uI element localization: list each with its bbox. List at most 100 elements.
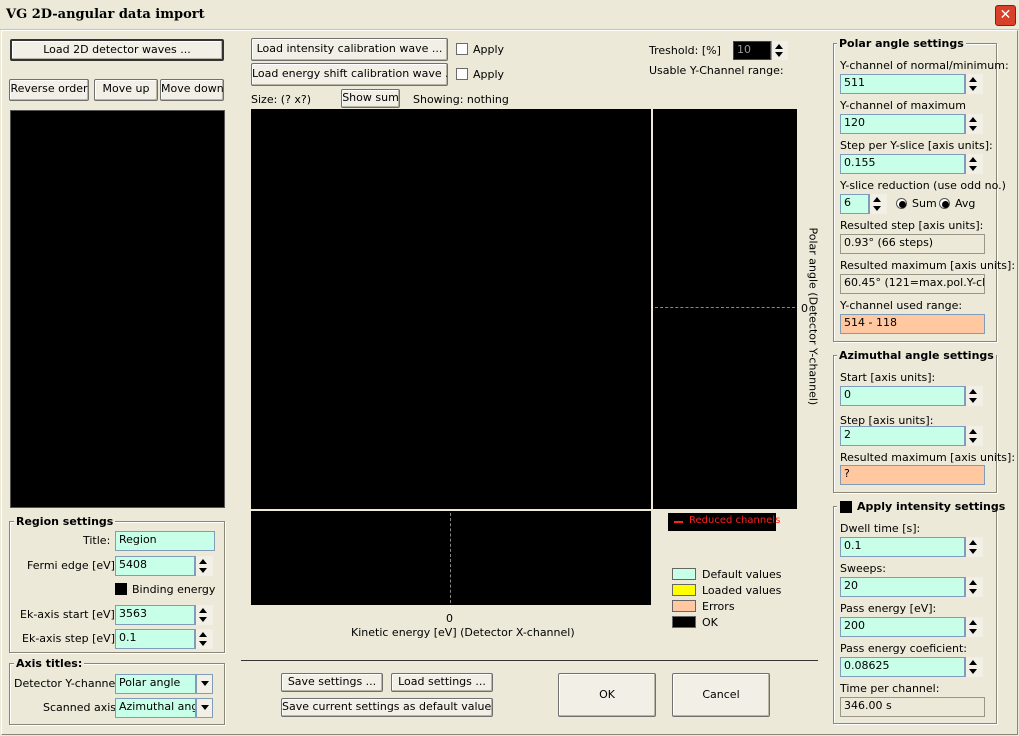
sweeps-spinner[interactable]	[965, 577, 983, 597]
slice-reduction-spinner[interactable]	[869, 194, 887, 214]
loaded-values-label: Loaded values	[702, 584, 782, 597]
detector-y-channel-label: Detector Y-channel:	[14, 677, 123, 690]
errors-swatch	[672, 600, 696, 612]
region-title-label: Title:	[83, 534, 111, 547]
x-profile-panel[interactable]	[251, 511, 651, 605]
ek-step-label: Ek-axis step [eV]:	[22, 632, 119, 645]
load-2d-detector-waves-button[interactable]: Load 2D detector waves ...	[10, 39, 224, 61]
region-title-field[interactable]: Region	[115, 531, 215, 551]
scanned-axis-select[interactable]: Azimuthal angle	[115, 698, 196, 718]
load-energy-shift-calibration-button[interactable]: Load energy shift calibration wave ...	[251, 63, 448, 86]
y-channel-max-field[interactable]: 120	[840, 114, 965, 134]
bottom-axis-tick: 0	[446, 612, 453, 625]
apply-energy-checkbox[interactable]	[456, 68, 468, 80]
dwell-time-label: Dwell time [s]:	[840, 522, 921, 535]
ok-swatch	[672, 616, 696, 628]
azimuthal-step-field[interactable]: 2	[840, 426, 965, 446]
y-channel-max-label: Y-channel of maximum	[840, 99, 966, 112]
reverse-order-button[interactable]: Reverse order	[9, 79, 89, 101]
close-icon[interactable]: ✕	[995, 5, 1016, 26]
apply-intensity-settings-checkbox[interactable]	[840, 501, 852, 513]
reduced-channels-label: Reduced channels	[689, 515, 781, 526]
load-settings-button[interactable]: Load settings ...	[391, 673, 493, 692]
apply-intensity-settings-title: Apply intensity settings	[857, 500, 1006, 513]
cancel-button[interactable]: Cancel	[672, 673, 770, 717]
load-intensity-calibration-button[interactable]: Load intensity calibration wave ...	[251, 38, 448, 61]
dwell-time-field[interactable]: 0.1	[840, 537, 965, 557]
azimuthal-start-field[interactable]: 0	[840, 386, 965, 406]
avg-radio[interactable]	[939, 198, 950, 209]
ok-button[interactable]: OK	[558, 673, 656, 717]
size-label: Size: (? x?)	[251, 93, 312, 106]
step-per-slice-label: Step per Y-slice [axis units]:	[840, 139, 993, 152]
errors-label: Errors	[702, 600, 735, 613]
bottom-separator	[241, 660, 818, 661]
fermi-edge-field[interactable]: 5408	[115, 556, 195, 576]
y-channel-normal-spinner[interactable]	[965, 74, 983, 94]
ek-start-field[interactable]: 3563	[115, 605, 195, 625]
treshold-spinner[interactable]	[771, 41, 788, 60]
sum-radio[interactable]	[896, 198, 907, 209]
binding-energy-checkbox[interactable]	[115, 583, 127, 595]
main-image-panel[interactable]	[251, 109, 651, 509]
window-title: VG 2D-angular data import	[6, 7, 205, 22]
sweeps-label: Sweeps:	[840, 562, 886, 575]
apply-energy-label: Apply	[473, 68, 505, 81]
slice-reduction-field[interactable]: 6	[840, 194, 869, 214]
step-per-slice-spinner[interactable]	[965, 154, 983, 174]
azimuthal-angle-settings-title: Azimuthal angle settings	[837, 349, 996, 362]
save-default-settings-button[interactable]: Save current settings as default values	[281, 698, 493, 717]
pass-energy-coef-label: Pass energy coeficient:	[840, 642, 967, 655]
ok-label: OK	[702, 616, 718, 629]
x-profile-zero-line	[450, 513, 451, 603]
y-channel-used-range-label: Y-channel used range:	[840, 299, 963, 312]
azimuthal-start-label: Start [axis units]:	[840, 371, 936, 384]
y-channel-normal-field[interactable]: 511	[840, 74, 965, 94]
resulted-step-label: Resulted step [axis units]:	[840, 219, 984, 232]
y-profile-panel[interactable]	[653, 109, 797, 509]
y-profile-zero-line	[655, 307, 795, 308]
ek-step-field[interactable]: 0.1	[115, 629, 195, 649]
avg-label: Avg	[955, 197, 976, 210]
showing-status: Showing: nothing	[413, 93, 509, 106]
y-channel-used-range-value: 514 - 118	[840, 314, 985, 334]
detector-y-channel-select[interactable]: Polar angle	[115, 674, 196, 694]
pass-energy-field[interactable]: 200	[840, 617, 965, 637]
loaded-values-swatch	[672, 584, 696, 596]
apply-intensity-checkbox[interactable]	[456, 43, 468, 55]
apply-intensity-label: Apply	[473, 43, 505, 56]
resulted-max-value: 60.45° (121=max.pol.Y-ch.)	[840, 274, 985, 294]
ek-start-spinner[interactable]	[195, 605, 213, 625]
dwell-time-spinner[interactable]	[965, 537, 983, 557]
bottom-axis-label: Kinetic energy [eV] (Detector X-channel)	[351, 626, 575, 639]
treshold-label: Treshold: [%]	[649, 44, 721, 57]
pass-energy-coef-field[interactable]: 0.08625	[840, 657, 965, 677]
region-settings-title: Region settings	[14, 515, 116, 528]
show-sum-button[interactable]: Show sum	[341, 89, 400, 108]
pass-energy-coef-spinner[interactable]	[965, 657, 983, 677]
resulted-max-label: Resulted maximum [axis units]:	[840, 259, 1016, 272]
azimuthal-start-spinner[interactable]	[965, 386, 983, 406]
right-axis-label: Polar angle (Detector Y-channel)	[806, 227, 820, 406]
scanned-axis-label: Scanned axis:	[43, 701, 120, 714]
chevron-down-icon[interactable]	[196, 698, 213, 718]
chevron-down-icon[interactable]	[196, 674, 213, 694]
move-up-button[interactable]: Move up	[94, 79, 158, 101]
save-settings-button[interactable]: Save settings ...	[281, 673, 383, 692]
azimuthal-step-spinner[interactable]	[965, 426, 983, 446]
polar-angle-settings-title: Polar angle settings	[837, 37, 966, 50]
fermi-edge-label: Fermi edge [eV]:	[27, 559, 119, 572]
reduced-channels-line	[674, 521, 683, 523]
sweeps-field[interactable]: 20	[840, 577, 965, 597]
move-down-button[interactable]: Move down	[160, 79, 224, 101]
fermi-edge-spinner[interactable]	[195, 556, 213, 576]
time-per-channel-label: Time per channel:	[840, 682, 940, 695]
step-per-slice-field[interactable]: 0.155	[840, 154, 965, 174]
treshold-field[interactable]: 10	[733, 41, 771, 60]
waves-list[interactable]	[10, 110, 225, 508]
ek-step-spinner[interactable]	[195, 629, 213, 649]
pass-energy-label: Pass energy [eV]:	[840, 602, 937, 615]
y-channel-max-spinner[interactable]	[965, 114, 983, 134]
default-values-label: Default values	[702, 568, 782, 581]
pass-energy-spinner[interactable]	[965, 617, 983, 637]
